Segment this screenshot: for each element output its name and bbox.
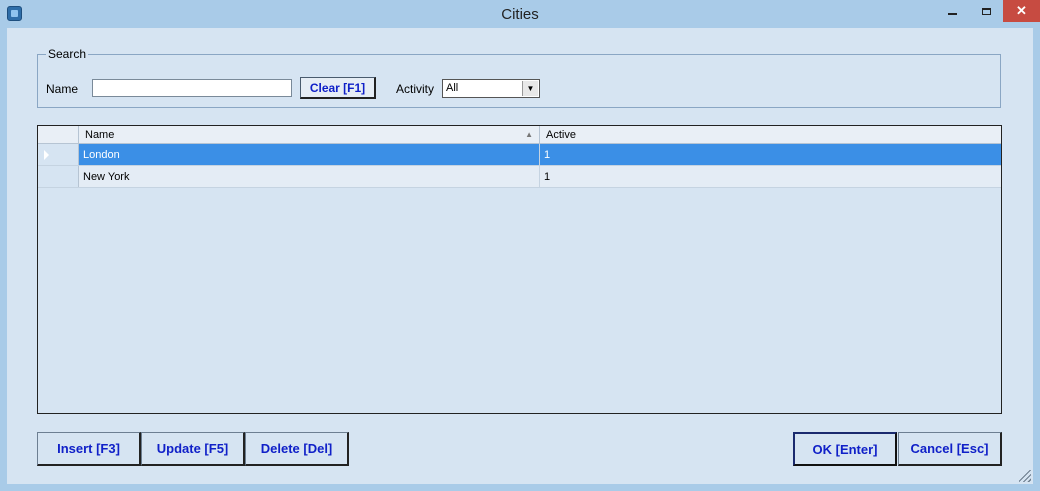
window-title: Cities — [501, 6, 539, 23]
table-row[interactable]: London 1 — [38, 144, 1001, 166]
table-row[interactable]: New York 1 — [38, 166, 1001, 188]
maximize-button[interactable] — [969, 0, 1003, 22]
maximize-icon — [981, 7, 991, 15]
row-header[interactable] — [38, 144, 79, 165]
activity-select[interactable]: All ▼ — [442, 79, 540, 98]
close-icon: ✕ — [1016, 3, 1027, 18]
activity-label: Activity — [396, 82, 435, 96]
cities-window: Cities ✕ Search Name Clear [F1] Activity… — [0, 0, 1040, 491]
clear-button[interactable]: Clear [F1] — [300, 77, 376, 99]
name-input[interactable] — [92, 79, 292, 97]
ok-button[interactable]: OK [Enter] — [793, 432, 897, 466]
column-header-active-label: Active — [546, 129, 576, 141]
delete-button[interactable]: Delete [Del] — [245, 432, 349, 466]
cell-name[interactable]: New York — [79, 166, 540, 187]
column-header-name-label: Name — [85, 129, 115, 141]
minimize-button[interactable] — [935, 0, 969, 22]
title-bar[interactable]: Cities ✕ — [0, 0, 1040, 28]
insert-button[interactable]: Insert [F3] — [37, 432, 141, 466]
update-button[interactable]: Update [F5] — [141, 432, 245, 466]
search-legend: Search — [46, 47, 89, 61]
grid-header: Name ▲ Active — [38, 126, 1001, 144]
search-group: Search Name Clear [F1] Activity All ▼ — [37, 47, 1001, 108]
cities-grid[interactable]: Name ▲ Active London 1 New York 1 — [37, 125, 1002, 414]
resize-grip-icon[interactable] — [1019, 470, 1031, 482]
cancel-button[interactable]: Cancel [Esc] — [898, 432, 1002, 466]
client-area: Search Name Clear [F1] Activity All ▼ Na… — [7, 28, 1033, 484]
chevron-down-icon[interactable]: ▼ — [522, 81, 538, 96]
close-button[interactable]: ✕ — [1003, 0, 1040, 22]
sort-ascending-icon: ▲ — [525, 130, 533, 139]
cell-name[interactable]: London — [79, 144, 540, 165]
header-corner — [38, 126, 79, 143]
row-pointer-icon — [44, 150, 49, 160]
row-header[interactable] — [38, 166, 79, 187]
name-label: Name — [46, 82, 79, 96]
cell-active[interactable]: 1 — [540, 166, 1001, 187]
minimize-icon — [947, 13, 957, 15]
cell-active[interactable]: 1 — [540, 144, 1001, 165]
activity-selected-value: All — [446, 82, 459, 94]
column-header-name[interactable]: Name ▲ — [79, 126, 540, 143]
column-header-active[interactable]: Active — [540, 126, 1001, 143]
